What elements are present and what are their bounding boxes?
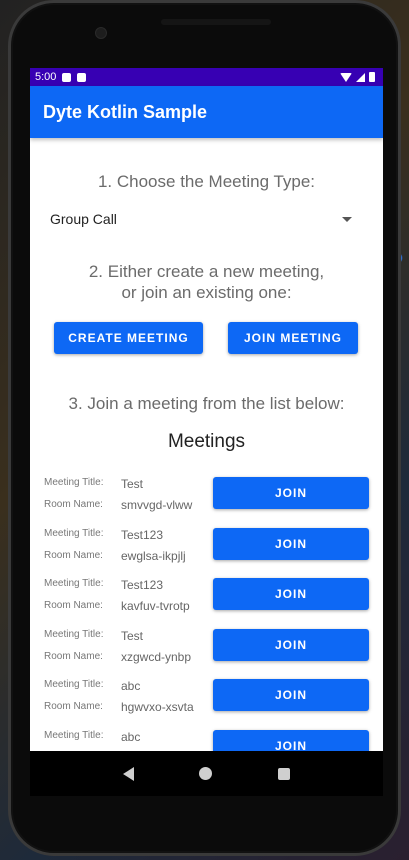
step3-instruction: 3. Join a meeting from the list below: xyxy=(68,394,345,413)
status-time: 5:00 xyxy=(35,71,57,83)
meetings-list[interactable]: Meeting Title: Test Room Name: smvvgd-vl… xyxy=(30,471,383,751)
front-camera xyxy=(95,27,107,39)
room-name-label: Room Name: xyxy=(44,701,103,713)
room-name-label: Room Name: xyxy=(44,549,103,561)
meeting-title-value: abc xyxy=(121,729,141,744)
room-name-label: Room Name: xyxy=(44,499,103,510)
meeting-title-label: Meeting Title: xyxy=(44,578,104,590)
status-bar: 5:00 xyxy=(30,68,383,86)
meeting-title-label: Meeting Title: xyxy=(44,679,104,691)
join-button[interactable]: JOIN xyxy=(213,477,369,509)
app-bar: Dyte Kotlin Sample xyxy=(30,86,383,138)
back-icon[interactable] xyxy=(122,766,134,781)
meeting-title-value: Test xyxy=(121,477,144,491)
meeting-type-dropdown[interactable]: Group Call xyxy=(50,208,356,230)
meeting-row: Meeting Title: abc Room Name: hgwvxo-xsv… xyxy=(30,673,383,724)
meeting-title-label: Meeting Title: xyxy=(44,477,104,488)
meeting-title-label: Meeting Title: xyxy=(44,628,104,640)
meeting-title-value: abc xyxy=(121,679,141,694)
join-button[interactable]: JOIN xyxy=(213,729,369,751)
phone-speaker xyxy=(161,19,271,25)
meeting-row: Meeting Title: Test123 Room Name: ewglsa… xyxy=(30,522,383,573)
system-nav-bar xyxy=(30,751,383,796)
step2-instruction: 2. Either create a new meeting, or join … xyxy=(30,261,383,303)
meeting-row: Meeting Title: Test123 Room Name: kavfuv… xyxy=(30,572,383,623)
meeting-title-label: Meeting Title: xyxy=(44,729,104,741)
meeting-type-selected: Group Call xyxy=(50,211,117,227)
join-button[interactable]: JOIN xyxy=(213,527,369,560)
battery-icon xyxy=(369,72,375,82)
recents-icon[interactable] xyxy=(278,767,291,780)
room-name-value: hgwvxo-xsvta xyxy=(121,700,194,715)
join-button[interactable]: JOIN xyxy=(213,679,369,712)
wifi-icon xyxy=(340,72,352,82)
signal-icon xyxy=(356,72,365,82)
create-meeting-button[interactable]: CREATE MEETING xyxy=(54,322,203,354)
meeting-row: Meeting Title: Test Room Name: smvvgd-vl… xyxy=(30,471,383,522)
join-meeting-button[interactable]: JOIN MEETING xyxy=(228,322,358,354)
dropdown-arrow-icon xyxy=(342,216,352,222)
meeting-title-label: Meeting Title: xyxy=(44,527,104,539)
join-button[interactable]: JOIN xyxy=(213,578,369,611)
meeting-title-value: Test123 xyxy=(121,527,164,542)
meeting-title-value: Test123 xyxy=(121,578,164,593)
notification-icon xyxy=(62,72,72,82)
room-name-value: smvvgd-vlww xyxy=(121,498,193,512)
step2-line1: 2. Either create a new meeting, xyxy=(88,262,325,281)
main-content[interactable]: 1. Choose the Meeting Type: Group Call 2… xyxy=(30,138,383,751)
room-name-value: kavfuv-tvrotp xyxy=(121,599,190,614)
room-name-value: ewglsa-ikpjlj xyxy=(121,548,186,563)
sd-card-icon xyxy=(77,72,87,82)
meeting-row: Meeting Title: Test Room Name: xzgwcd-yn… xyxy=(30,623,383,674)
meetings-heading: Meetings xyxy=(167,431,246,452)
join-button[interactable]: JOIN xyxy=(213,628,369,661)
meeting-row: Meeting Title: abc Room Name: JOIN xyxy=(30,724,383,751)
room-name-value: xzgwcd-ynbp xyxy=(121,649,192,664)
step1-instruction: 1. Choose the Meeting Type: xyxy=(97,172,316,191)
app-screen: 5:00 Dyte Kotlin Sample 1. Choose the Me… xyxy=(30,68,383,751)
app-title: Dyte Kotlin Sample xyxy=(43,101,208,122)
room-name-label: Room Name: xyxy=(44,650,103,662)
meeting-title-value: Test xyxy=(121,628,144,643)
step2-line2: or join an existing one: xyxy=(121,283,292,302)
room-name-label: Room Name: xyxy=(44,600,103,612)
home-icon[interactable] xyxy=(199,767,213,780)
